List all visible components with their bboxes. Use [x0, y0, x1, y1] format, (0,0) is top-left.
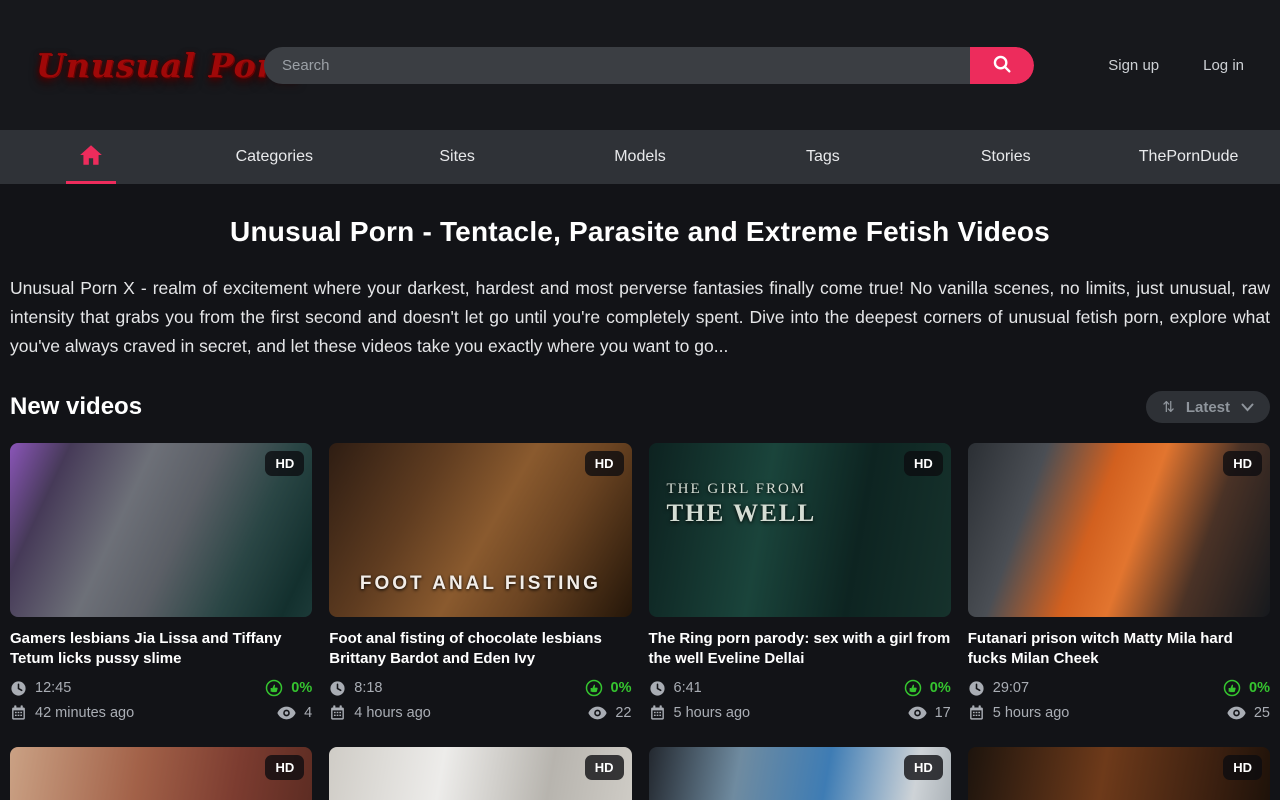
hd-badge: HD: [265, 451, 304, 476]
search-icon: [991, 53, 1013, 78]
video-rating: 0%: [585, 679, 632, 697]
hd-badge: HD: [585, 451, 624, 476]
nav-label: Categories: [236, 148, 313, 166]
video-title[interactable]: Futanari prison witch Matty Mila hard fu…: [968, 629, 1270, 669]
video-thumbnail[interactable]: HD: [968, 747, 1270, 800]
video-duration: 29:07: [968, 680, 1029, 697]
page-title: Unusual Porn - Tentacle, Parasite and Ex…: [10, 216, 1270, 248]
login-link[interactable]: Log in: [1203, 57, 1244, 74]
video-age: 5 hours ago: [649, 704, 751, 721]
video-card[interactable]: HD THE GIRL FROM THE WELL The Ring porn …: [649, 443, 951, 721]
hd-badge: HD: [1223, 451, 1262, 476]
video-card[interactable]: HD Futanari prison witch Matty Mila hard…: [968, 443, 1270, 721]
video-title[interactable]: The Ring porn parody: sex with a girl fr…: [649, 629, 951, 669]
search-input[interactable]: [264, 47, 989, 84]
video-age: 5 hours ago: [968, 704, 1070, 721]
video-thumbnail[interactable]: HD: [10, 747, 312, 800]
hd-badge: HD: [904, 451, 943, 476]
video-thumbnail[interactable]: HD: [10, 443, 312, 617]
video-card[interactable]: HD: [649, 747, 951, 800]
hd-badge: HD: [265, 755, 304, 780]
video-views: 4: [277, 705, 312, 721]
sort-dropdown[interactable]: ⇅ Latest: [1146, 391, 1270, 423]
nav-item-sites[interactable]: Sites: [366, 130, 549, 184]
nav-label: Models: [614, 148, 666, 166]
nav-item-categories[interactable]: Categories: [183, 130, 366, 184]
section-bar: New videos ⇅ Latest: [10, 391, 1270, 423]
video-grid-row1: HD Gamers lesbians Jia Lissa and Tiffany…: [10, 443, 1270, 721]
video-card[interactable]: HD Gamers lesbians Jia Lissa and Tiffany…: [10, 443, 312, 721]
video-age: 4 hours ago: [329, 704, 431, 721]
video-rating: 0%: [1223, 679, 1270, 697]
video-thumbnail[interactable]: HD: [329, 747, 631, 800]
main-nav: Categories Sites Models Tags Stories The…: [0, 130, 1280, 184]
video-views: 17: [908, 705, 951, 721]
video-thumbnail[interactable]: HD THE GIRL FROM THE WELL: [649, 443, 951, 617]
nav-item-home[interactable]: [0, 130, 183, 184]
search-button[interactable]: [970, 47, 1034, 84]
video-thumbnail[interactable]: HD FOOT ANAL FISTING: [329, 443, 631, 617]
video-rating: 0%: [904, 679, 951, 697]
signup-link[interactable]: Sign up: [1108, 57, 1159, 74]
nav-label: Tags: [806, 148, 840, 166]
video-age: 42 minutes ago: [10, 704, 134, 721]
hd-badge: HD: [904, 755, 943, 780]
video-grid-row2: HD HD HD HD: [10, 747, 1270, 800]
nav-label: Sites: [439, 148, 475, 166]
video-views: 22: [588, 705, 631, 721]
hd-badge: HD: [585, 755, 624, 780]
site-logo[interactable]: Unusual Porn: [36, 46, 236, 85]
video-duration: 12:45: [10, 680, 71, 697]
nav-item-models[interactable]: Models: [549, 130, 732, 184]
video-rating: 0%: [265, 679, 312, 697]
nav-label: Stories: [981, 148, 1031, 166]
video-card[interactable]: HD: [329, 747, 631, 800]
nav-label: ThePornDude: [1139, 148, 1239, 166]
thumbnail-overlay-text: THE GIRL FROM THE WELL: [667, 481, 817, 528]
nav-item-theporndude[interactable]: ThePornDude: [1097, 130, 1280, 184]
video-duration: 6:41: [649, 680, 702, 697]
video-card[interactable]: HD: [968, 747, 1270, 800]
video-title[interactable]: Gamers lesbians Jia Lissa and Tiffany Te…: [10, 629, 312, 669]
video-thumbnail[interactable]: HD: [968, 443, 1270, 617]
video-thumbnail[interactable]: HD: [649, 747, 951, 800]
header: Unusual Porn Sign up Log in: [0, 0, 1280, 130]
video-card[interactable]: HD FOOT ANAL FISTING Foot anal fisting o…: [329, 443, 631, 721]
video-card[interactable]: HD: [10, 747, 312, 800]
active-tab-underline: [66, 181, 116, 184]
sort-arrows-icon: ⇅: [1162, 398, 1175, 416]
section-heading: New videos: [10, 393, 142, 421]
page-description: Unusual Porn X - realm of excitement whe…: [10, 274, 1270, 361]
hd-badge: HD: [1223, 755, 1262, 780]
chevron-down-icon: [1241, 399, 1254, 416]
video-title[interactable]: Foot anal fisting of chocolate lesbians …: [329, 629, 631, 669]
search-bar: [264, 47, 1034, 84]
video-duration: 8:18: [329, 680, 382, 697]
home-icon: [78, 142, 104, 173]
nav-item-tags[interactable]: Tags: [731, 130, 914, 184]
video-views: 25: [1227, 705, 1270, 721]
sort-selected-label: Latest: [1186, 399, 1230, 416]
nav-item-stories[interactable]: Stories: [914, 130, 1097, 184]
main-content: Unusual Porn - Tentacle, Parasite and Ex…: [0, 216, 1280, 800]
thumbnail-overlay-text: FOOT ANAL FISTING: [329, 573, 631, 595]
